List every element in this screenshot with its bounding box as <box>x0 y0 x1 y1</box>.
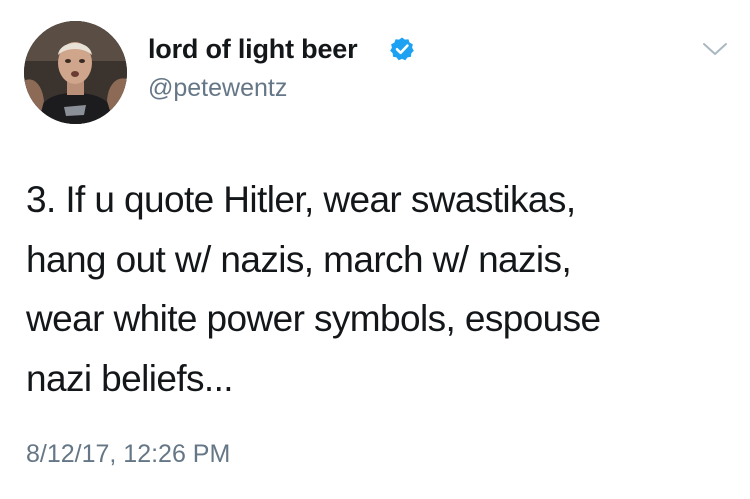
avatar[interactable] <box>24 21 127 124</box>
avatar-photo <box>24 21 127 124</box>
verified-badge-icon <box>390 37 414 61</box>
tweet-text: 3. If u quote Hitler, wear swastikas, ha… <box>26 179 601 399</box>
handle[interactable]: @petewentz <box>148 74 287 103</box>
display-name[interactable]: lord of light beer <box>148 34 358 65</box>
chevron-down-icon[interactable] <box>702 40 728 58</box>
tweet-card: lord of light beer @petewentz 3. If u qu… <box>0 0 750 499</box>
timestamp[interactable]: 8/12/17, 12:26 PM <box>26 440 230 469</box>
